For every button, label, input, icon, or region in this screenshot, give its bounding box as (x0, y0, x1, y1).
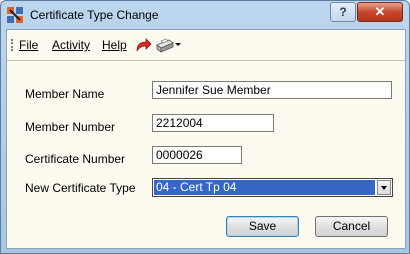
title-bar[interactable]: Certificate Type Change ? ✕ (1, 1, 409, 29)
member-number-field[interactable]: 2212004 (152, 114, 274, 132)
menu-activity[interactable]: Activity (52, 38, 90, 52)
certificate-number-label: Certificate Number (25, 152, 126, 166)
selected-certificate-type: 04 - Cert Tp 04 (154, 180, 375, 195)
menu-activity-label: Activity (52, 38, 91, 52)
menu-help-label: Help (102, 38, 127, 52)
close-button[interactable]: ✕ (357, 2, 403, 22)
member-name-field[interactable]: Jennifer Sue Member (152, 81, 392, 99)
redo-icon[interactable] (134, 36, 152, 54)
menu-file[interactable]: File (19, 38, 38, 52)
dialog-window: Certificate Type Change ? ✕ File Activit… (0, 0, 410, 254)
member-name-label: Member Name (25, 87, 105, 101)
toolbar-divider (7, 60, 405, 61)
chevron-down-icon[interactable] (377, 180, 391, 195)
save-button[interactable]: Save (226, 216, 299, 237)
print-dropdown-icon[interactable] (175, 43, 181, 46)
menu-toolbar: File Activity Help (7, 30, 405, 60)
certificate-number-field[interactable]: 0000026 (152, 146, 242, 164)
menu-file-label: File (19, 38, 39, 52)
toolbar-grip-icon[interactable] (11, 39, 16, 51)
cancel-button[interactable]: Cancel (315, 216, 388, 237)
menu-help[interactable]: Help (102, 38, 127, 52)
member-number-label: Member Number (25, 120, 116, 134)
new-certificate-type-select[interactable]: 04 - Cert Tp 04 (152, 178, 393, 197)
help-button[interactable]: ? (330, 2, 356, 22)
print-icon[interactable] (155, 37, 175, 53)
app-icon (7, 7, 23, 23)
window-title: Certificate Type Change (30, 8, 159, 22)
dialog-body: File Activity Help Member Name Jennifer … (6, 29, 406, 249)
new-certificate-type-label: New Certificate Type (25, 181, 136, 195)
